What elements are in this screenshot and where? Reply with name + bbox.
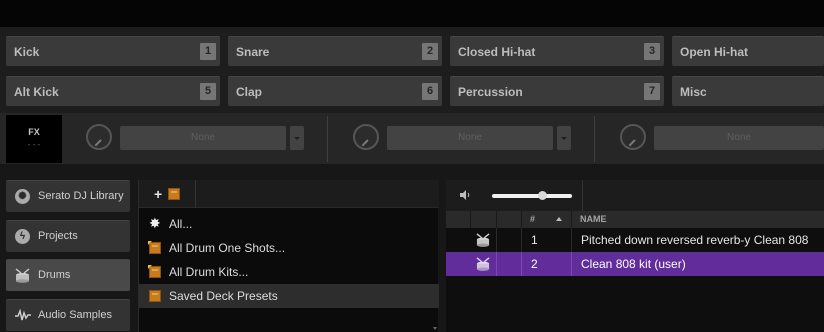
fx-label-box: FX - - - — [6, 115, 62, 163]
crate-panel-header: + — [139, 180, 439, 208]
smart-flag-icon — [148, 241, 152, 245]
column-header-kit[interactable] — [471, 211, 497, 228]
name-cell: Pitched down reversed reverb-y Clean 808 — [581, 233, 809, 247]
crate-label: All... — [169, 217, 193, 231]
pad-number: 6 — [422, 83, 438, 100]
blank-cell — [497, 252, 522, 276]
volume-slider[interactable] — [492, 194, 572, 198]
smart-flag-icon — [148, 265, 152, 269]
fx3-select[interactable]: None — [654, 126, 824, 150]
sidebar-item-label: Projects — [38, 230, 78, 242]
chevron-down-icon — [561, 137, 567, 140]
sort-ascending-icon — [556, 217, 562, 221]
sidebar-item-projects[interactable]: ϟ Projects — [6, 220, 130, 252]
crate-label: Saved Deck Presets — [169, 289, 278, 303]
fx1-dropdown-button[interactable] — [290, 126, 304, 150]
fx3-knob-icon[interactable] — [620, 124, 646, 150]
scroll-down-icon[interactable] — [433, 327, 437, 330]
crate-row-drum-one-shots[interactable]: All Drum One Shots... — [139, 236, 439, 260]
kit-cell — [471, 252, 497, 276]
pad-kick[interactable]: Kick 1 — [6, 36, 220, 66]
sidebar-item-serato-dj-library[interactable]: ✺ Serato DJ Library — [6, 180, 130, 212]
pad-percussion[interactable]: Percussion 7 — [450, 76, 664, 106]
column-header-blank[interactable] — [497, 211, 522, 228]
column-header-row: # NAME — [446, 211, 824, 228]
name-cell: Clean 808 kit (user) — [581, 257, 686, 271]
number-cell: 2 — [522, 252, 572, 276]
sidebar-item-label: Audio Samples — [38, 309, 112, 321]
fx-value: - - - — [27, 140, 41, 149]
crate-label: All Drum One Shots... — [169, 241, 286, 255]
fx-divider — [327, 116, 328, 162]
column-header-icon[interactable] — [446, 211, 471, 228]
crate-icon — [168, 188, 180, 200]
crate-row-saved-deck-presets[interactable]: Saved Deck Presets — [139, 284, 439, 308]
fx2-select[interactable]: None — [387, 126, 553, 150]
pad-snare[interactable]: Snare 2 — [228, 36, 442, 66]
crate-row-all[interactable]: ✸ All... — [139, 212, 439, 236]
column-header-label: # — [530, 214, 536, 224]
drum-icon — [476, 257, 490, 271]
pad-label: Closed Hi-hat — [458, 45, 536, 59]
fx-title: FX — [28, 127, 40, 137]
serato-logo-icon: ✺ — [15, 189, 30, 204]
pad-label: Percussion — [458, 85, 523, 99]
crate-icon — [149, 290, 161, 302]
pad-number: 1 — [200, 43, 216, 60]
pad-clap[interactable]: Clap 6 — [228, 76, 442, 106]
blank-cell — [497, 228, 522, 252]
pad-number: 7 — [644, 83, 660, 100]
sidebar-item-drums[interactable]: Drums — [6, 259, 130, 291]
crate-label: All Drum Kits... — [169, 265, 249, 279]
pad-label: Open Hi-hat — [680, 45, 748, 59]
volume-slider-thumb[interactable] — [537, 191, 547, 200]
column-header-number[interactable]: # — [522, 211, 572, 228]
lightning-icon: ϟ — [15, 229, 30, 244]
fx-row: FX - - - None None None — [0, 113, 824, 164]
pad-label: Alt Kick — [14, 85, 59, 99]
track-list-panel: # NAME 1 Pitched down reversed reverb-y … — [446, 180, 824, 332]
fx2-dropdown-button[interactable] — [557, 126, 571, 150]
sidebar-item-label: Drums — [38, 269, 71, 281]
pad-label: Clap — [236, 85, 263, 99]
pad-open-hihat[interactable]: Open Hi-hat — [672, 36, 824, 66]
sidebar-item-audio-samples[interactable]: Audio Samples — [6, 299, 130, 331]
pad-label: Misc — [680, 85, 707, 99]
pad-number: 2 — [422, 43, 438, 60]
column-header-name[interactable]: NAME — [572, 211, 824, 228]
pad-misc[interactable]: Misc — [672, 76, 824, 106]
table-row[interactable]: 2 Clean 808 kit (user) — [446, 252, 824, 276]
crate-row-drum-kits[interactable]: All Drum Kits... — [139, 260, 439, 284]
kit-cell — [471, 228, 497, 252]
crate-panel: + ✸ All... All Drum One Shots... All Dru… — [138, 180, 439, 332]
drum-icon — [476, 233, 490, 247]
track-list-header — [446, 180, 824, 211]
pad-number: 5 — [200, 83, 216, 100]
pad-label: Kick — [14, 45, 40, 59]
drum-icon — [15, 268, 30, 283]
waveform-icon — [15, 309, 31, 321]
fx1-select[interactable]: None — [120, 126, 286, 150]
top-bar — [0, 0, 824, 27]
sidebar-item-label: Serato DJ Library — [38, 190, 124, 202]
pad-closed-hihat[interactable]: Closed Hi-hat 3 — [450, 36, 664, 66]
plus-icon: + — [154, 186, 163, 202]
speaker-icon[interactable] — [459, 189, 471, 201]
header-divider — [582, 180, 583, 211]
pad-alt-kick[interactable]: Alt Kick 5 — [6, 76, 220, 106]
pad-grid: Kick 1 Snare 2 Closed Hi-hat 3 Open Hi-h… — [0, 27, 824, 113]
fx2-knob-icon[interactable] — [353, 124, 379, 150]
chevron-down-icon — [294, 137, 300, 140]
fx1-knob-icon[interactable] — [86, 124, 112, 150]
pad-label: Snare — [236, 45, 270, 59]
column-header-label: NAME — [580, 214, 607, 224]
pad-number: 3 — [644, 43, 660, 60]
number-cell: 1 — [522, 228, 572, 252]
table-row[interactable]: 1 Pitched down reversed reverb-y Clean 8… — [446, 228, 824, 252]
star-icon: ✸ — [149, 215, 161, 231]
add-crate-button[interactable]: + — [139, 180, 196, 208]
fx-divider — [594, 116, 595, 162]
